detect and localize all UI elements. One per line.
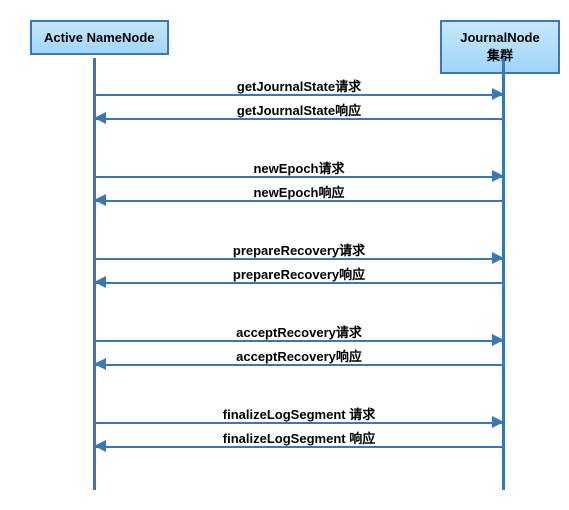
message-line xyxy=(95,176,503,178)
arrow-left-icon xyxy=(94,194,106,206)
arrow-right-icon xyxy=(492,88,504,100)
message: finalizeLogSegment 响应 xyxy=(95,430,503,452)
arrow-left-icon xyxy=(94,358,106,370)
message-line xyxy=(95,118,503,120)
message-line xyxy=(95,94,503,96)
message-label: prepareRecovery响应 xyxy=(95,264,503,283)
message-label: acceptRecovery响应 xyxy=(95,346,503,365)
message: acceptRecovery响应 xyxy=(95,348,503,370)
message-label: prepareRecovery请求 xyxy=(95,240,503,259)
arrow-left-icon xyxy=(94,440,106,452)
participant-left: Active NameNode xyxy=(30,20,169,55)
message-label: getJournalState请求 xyxy=(95,76,503,95)
message-label: finalizeLogSegment 请求 xyxy=(95,404,503,423)
message: prepareRecovery请求 xyxy=(95,242,503,264)
sequence-diagram: Active NameNode JournalNode集群 getJournal… xyxy=(20,20,560,490)
arrow-right-icon xyxy=(492,334,504,346)
arrow-left-icon xyxy=(94,276,106,288)
message-line xyxy=(95,446,503,448)
arrow-right-icon xyxy=(492,416,504,428)
arrow-right-icon xyxy=(492,170,504,182)
message: acceptRecovery请求 xyxy=(95,324,503,346)
message: getJournalState请求 xyxy=(95,78,503,100)
message-label: getJournalState响应 xyxy=(95,100,503,119)
arrow-left-icon xyxy=(94,112,106,124)
message: finalizeLogSegment 请求 xyxy=(95,406,503,428)
message-line xyxy=(95,282,503,284)
message-line xyxy=(95,258,503,260)
message-label: finalizeLogSegment 响应 xyxy=(95,428,503,447)
arrow-right-icon xyxy=(492,252,504,264)
message-line xyxy=(95,340,503,342)
message: newEpoch请求 xyxy=(95,160,503,182)
message-label: newEpoch响应 xyxy=(95,182,503,201)
message-line xyxy=(95,364,503,366)
message: getJournalState响应 xyxy=(95,102,503,124)
message-line xyxy=(95,200,503,202)
message: newEpoch响应 xyxy=(95,184,503,206)
message: prepareRecovery响应 xyxy=(95,266,503,288)
message-label: acceptRecovery请求 xyxy=(95,322,503,341)
message-label: newEpoch请求 xyxy=(95,158,503,177)
message-line xyxy=(95,422,503,424)
participant-right: JournalNode集群 xyxy=(440,20,560,74)
